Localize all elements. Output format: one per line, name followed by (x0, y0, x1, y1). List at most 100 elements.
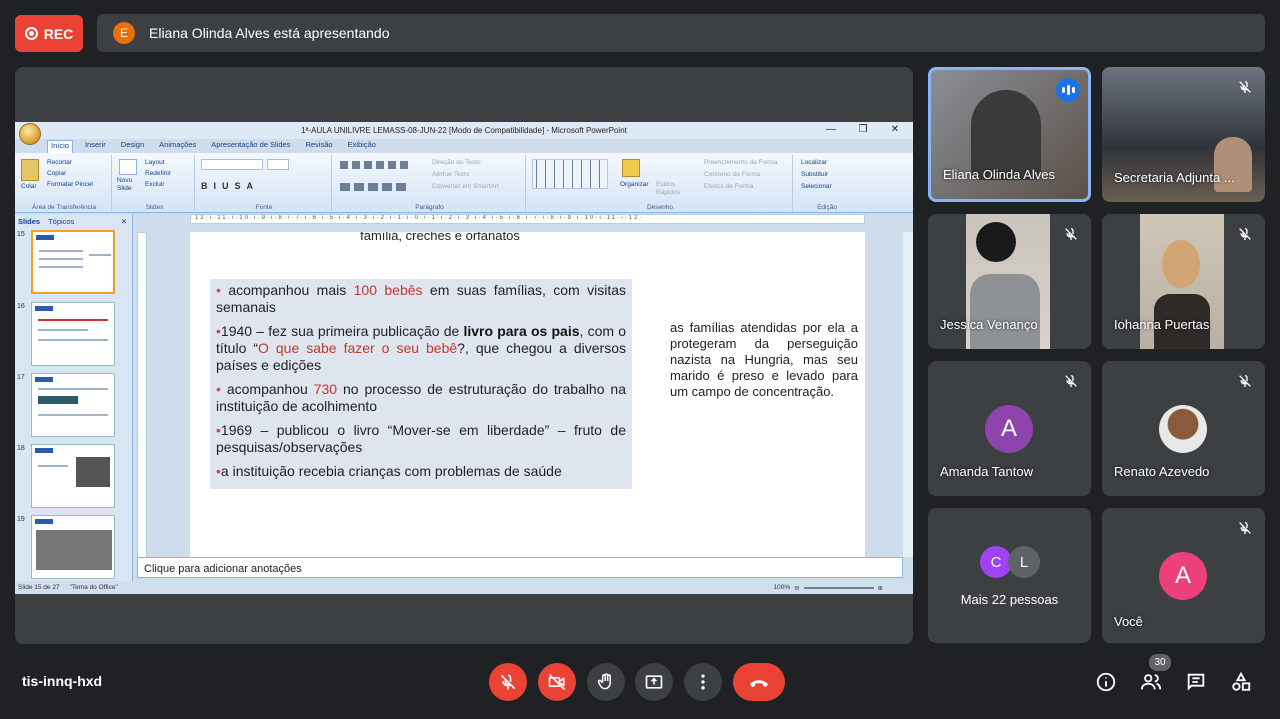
format-painter-button[interactable]: Formatar Pincel (47, 181, 93, 188)
mic-off-icon (500, 674, 516, 690)
shape-outline-button[interactable]: Contorno da Forma (704, 171, 760, 178)
raise-hand-button[interactable] (587, 663, 625, 701)
hand-icon (597, 673, 611, 690)
vertical-scrollbar[interactable] (903, 232, 913, 557)
select-button[interactable]: Selecionar (801, 183, 832, 190)
more-options-button[interactable] (684, 663, 722, 701)
list-icons[interactable] (340, 161, 410, 169)
self-tile[interactable]: A Você (1102, 508, 1265, 643)
new-slide-button[interactable]: Novo Slide (117, 177, 141, 193)
participant-tile-renato[interactable]: Renato Azevedo (1102, 361, 1265, 496)
more-vert-icon (701, 674, 705, 690)
present-screen-icon (645, 675, 663, 689)
presenter-avatar: E (113, 22, 135, 44)
meeting-code: tis-innq-hxd (22, 673, 103, 689)
slides-caption: Slides (145, 204, 164, 211)
tab-revisao[interactable]: Revisão (302, 140, 335, 153)
align-text-button[interactable]: Alinhar Texto (432, 171, 469, 178)
thumbnail-slide[interactable] (31, 230, 115, 294)
find-button[interactable]: Localizar (801, 159, 827, 166)
mic-toggle-button[interactable] (489, 663, 527, 701)
tab-exibicao[interactable]: Exibição (345, 140, 379, 153)
people-button[interactable] (1139, 670, 1163, 694)
participant-name: Secretaria Adjunta ... (1114, 170, 1235, 185)
tab-inserir[interactable]: Inserir (82, 140, 109, 153)
layout-button[interactable]: Layout (145, 159, 165, 166)
powerpoint-window: 1ª-AULA UNILIVRE LEMASS-08-JUN-22 [Modo … (15, 122, 913, 594)
end-call-button[interactable] (733, 663, 785, 701)
tab-animacoes[interactable]: Animações (156, 140, 199, 153)
present-button[interactable] (635, 663, 673, 701)
office-button-icon[interactable] (19, 123, 41, 145)
meeting-details-button[interactable] (1094, 670, 1118, 694)
new-slide-icon (119, 159, 137, 175)
shape-effects-button[interactable]: Efeitos de Forma (704, 183, 754, 190)
editing-caption: Edição (817, 204, 837, 211)
font-name-field[interactable] (201, 159, 263, 170)
activities-button[interactable] (1229, 670, 1253, 694)
people-count-badge: 30 (1149, 654, 1171, 671)
ribbon-tabs: Início Inserir Design Animações Apresent… (47, 140, 379, 153)
thumbnail-slide[interactable] (31, 373, 115, 437)
participant-tile-amanda[interactable]: A Amanda Tantow (928, 361, 1091, 496)
zoom-level: 100% (773, 584, 791, 591)
group-drawing: Organizar Estilos Rápidos Preenchimento … (528, 155, 793, 211)
close-icon[interactable]: ✕ (881, 123, 909, 137)
tab-apresentacao[interactable]: Apresentação de Slides (208, 140, 293, 153)
presentation-stage[interactable]: 1ª-AULA UNILIVRE LEMASS-08-JUN-22 [Modo … (15, 67, 913, 644)
zoom-slider[interactable] (803, 586, 874, 589)
minimize-icon[interactable]: — (817, 123, 845, 137)
shapes-gallery[interactable] (532, 159, 608, 189)
delete-button[interactable]: Excluir (145, 181, 165, 188)
cut-button[interactable]: Recortar (47, 159, 72, 166)
thumbnail-slide[interactable] (31, 444, 115, 508)
font-format-icons[interactable]: BIUSA (201, 181, 259, 191)
participant-tile-jessica[interactable]: Jessica Venanço (928, 214, 1091, 349)
bullets-textbox[interactable]: • acompanhou mais 100 bebês em suas famí… (210, 279, 632, 489)
thumbnail-slide[interactable] (31, 302, 115, 366)
side-textbox[interactable]: as famílias atendidas por ela a proteger… (670, 320, 858, 400)
replace-button[interactable]: Substituir (801, 171, 828, 178)
camera-toggle-button[interactable] (538, 663, 576, 701)
align-icons[interactable] (340, 183, 410, 191)
horizontal-ruler: ·12·ı·11·ı·10·ı·9·ı·8·ı·7·ı·6·ı·5·ı·4·ı·… (190, 214, 865, 224)
arrange-button[interactable]: Organizar (620, 181, 649, 188)
slide-info: Slide 15 de 27 (18, 584, 60, 591)
quick-styles-button[interactable]: Estilos Rápidos (656, 181, 686, 197)
slide-thumbnails-pane: Slides Tópicos ✕ 15 16 17 18 19 (15, 214, 133, 581)
zoom-in-icon[interactable]: ⊕ (878, 584, 883, 592)
close-pane-icon[interactable]: ✕ (121, 217, 127, 226)
avatar: A (1159, 552, 1207, 600)
paste-icon (21, 159, 39, 181)
tab-inicio[interactable]: Início (47, 140, 73, 153)
copy-button[interactable]: Copiar (47, 170, 66, 177)
more-people-tile[interactable]: C L Mais 22 pessoas (928, 508, 1091, 643)
zoom-control[interactable]: 100% ⊖ ⊕ (773, 581, 883, 594)
maximize-icon[interactable]: ❐ (849, 123, 877, 137)
convert-smartart-button[interactable]: Converter em SmartArt (432, 183, 499, 190)
text-direction-button[interactable]: Direção do Texto (432, 159, 481, 166)
paste-button[interactable]: Colar (21, 183, 37, 190)
zoom-out-icon[interactable]: ⊖ (794, 584, 799, 592)
avatar: L (1008, 546, 1040, 578)
slide-canvas[interactable]: família, creches e orfanatos • acompanho… (190, 232, 865, 557)
notes-field[interactable]: Clique para adicionar anotações (137, 557, 903, 578)
presenter-banner: E Eliana Olinda Alves está apresentando (97, 14, 1265, 52)
vertical-ruler (137, 232, 147, 572)
font-size-field[interactable] (267, 159, 289, 170)
shape-fill-button[interactable]: Preenchimento da Forma (704, 159, 777, 166)
tab-slides[interactable]: Slides (18, 217, 40, 226)
reset-button[interactable]: Redefinir (145, 170, 171, 177)
group-slides: Novo Slide Layout Redefinir Excluir Slid… (115, 155, 195, 211)
tab-topicos[interactable]: Tópicos (48, 217, 74, 226)
chat-button[interactable] (1184, 670, 1208, 694)
record-icon (24, 27, 38, 40)
participant-name: Você (1114, 614, 1143, 629)
participant-tile-secretaria[interactable]: Secretaria Adjunta ... (1102, 67, 1265, 202)
rec-label: REC (43, 25, 74, 42)
tab-design[interactable]: Design (118, 140, 147, 153)
presenter-text: Eliana Olinda Alves está apresentando (149, 25, 390, 41)
participant-tile-iohanna[interactable]: Iohanna Puertas (1102, 214, 1265, 349)
participant-tile-eliana[interactable]: Eliana Olinda Alves (928, 67, 1091, 202)
thumbnail-slide[interactable] (31, 515, 115, 579)
